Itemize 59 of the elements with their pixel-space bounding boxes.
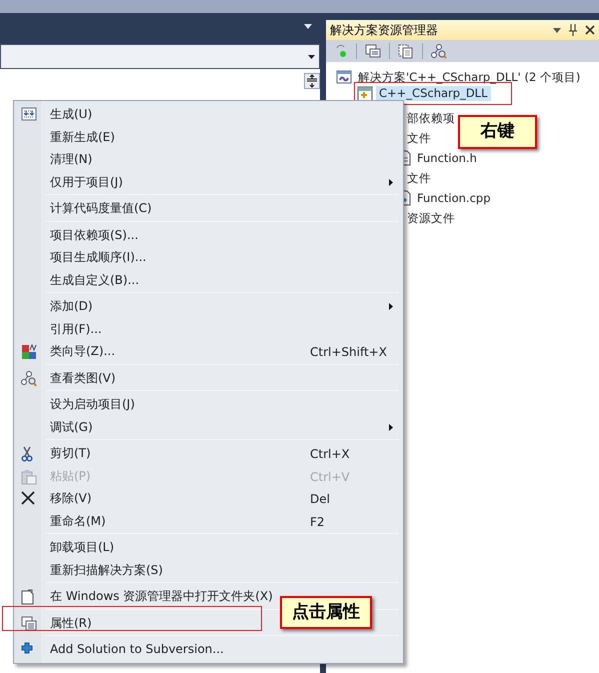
properties-icon[interactable]	[365, 44, 381, 58]
splitter-icon[interactable]	[304, 73, 320, 89]
class-diagram-icon	[21, 370, 37, 386]
menu-item[interactable]: 类向导(Z)...	[50, 344, 116, 359]
tree-item[interactable]: 文件	[404, 170, 434, 186]
clipboard-icon	[21, 468, 37, 484]
menu-item[interactable]: 生成(U)	[50, 107, 92, 122]
shortcut-label: Ctrl+Shift+X	[310, 344, 387, 361]
caret-icon	[308, 54, 315, 58]
callout-label: 点击属性	[280, 596, 372, 629]
menu-item[interactable]: 生成自定义(B)...	[50, 272, 140, 288]
menu-item[interactable]: 设为启动项目(J)	[50, 397, 135, 412]
menu-item[interactable]: 查看类图(V)	[50, 370, 116, 386]
shortcut-label: Del	[310, 491, 330, 508]
menu-item[interactable]: 剪切(T)	[50, 446, 91, 461]
tree-item[interactable]: C++_CScharp_DLL	[376, 86, 490, 101]
panel-title: 解决方案资源管理器	[330, 22, 439, 39]
pin-icon[interactable]	[569, 24, 577, 36]
solution-icon	[336, 69, 352, 85]
shortcut-label: F2	[310, 514, 325, 530]
class-diagram-icon[interactable]	[431, 44, 447, 58]
menu-item[interactable]: 重新扫描解决方案(S)	[50, 562, 163, 578]
menu-item[interactable]: 添加(D)	[50, 299, 93, 314]
menu-item[interactable]: 移除(V)	[50, 491, 92, 506]
menu-item[interactable]: Add Solution to Subversion...	[50, 642, 224, 657]
menu-item[interactable]: 在 Windows 资源管理器中打开文件夹(X)	[50, 589, 273, 604]
build-icon	[21, 107, 37, 121]
menu-item[interactable]: 引用(F)...	[50, 322, 102, 336]
menu-item[interactable]: 卸载项目(L)	[50, 540, 114, 555]
class-wizard-icon	[21, 344, 37, 360]
menu-item[interactable]: 项目依赖项(S)...	[50, 228, 138, 242]
menu-item[interactable]: 重命名(M)	[50, 514, 106, 528]
close-icon[interactable]	[585, 25, 595, 35]
tree-item[interactable]: 部依赖项	[404, 110, 458, 126]
tree-item[interactable]: 资源文件	[404, 210, 458, 226]
tree-item[interactable]: Function.h	[414, 150, 480, 166]
menu-item[interactable]: 计算代码度量值(C)	[50, 201, 152, 216]
tree-item[interactable]: Function.cpp	[414, 190, 494, 206]
navigation-dropdown[interactable]	[0, 44, 320, 69]
close-icon	[21, 491, 35, 505]
shortcut-label: Ctrl+X	[310, 446, 350, 463]
plus-icon	[21, 642, 33, 654]
menu-item[interactable]: 属性(R)	[50, 616, 92, 630]
dropdown-arrow-icon[interactable]	[304, 24, 312, 29]
shortcut-label: Ctrl+V	[310, 468, 350, 486]
document-icon	[21, 589, 34, 605]
files-icon[interactable]	[398, 44, 414, 58]
menu-item[interactable]: 重新生成(E)	[50, 130, 115, 144]
scissors-icon	[21, 446, 33, 462]
dropdown-arrow-icon[interactable]	[553, 28, 561, 32]
properties-icon	[21, 616, 37, 630]
menu-item[interactable]: 调试(G)	[50, 420, 93, 434]
menu-item[interactable]: 项目生成顺序(I)...	[50, 250, 146, 265]
menu-item[interactable]: 仅用于项目(J)	[50, 174, 123, 190]
project-icon	[357, 86, 373, 102]
tree-item[interactable]: 解决方案'C++_CScharp_DLL' (2 个项目)	[355, 70, 584, 84]
callout-label: 右键	[458, 115, 537, 149]
menu-item[interactable]: 清理(N)	[50, 152, 92, 167]
tree-item[interactable]: 文件	[404, 130, 434, 146]
